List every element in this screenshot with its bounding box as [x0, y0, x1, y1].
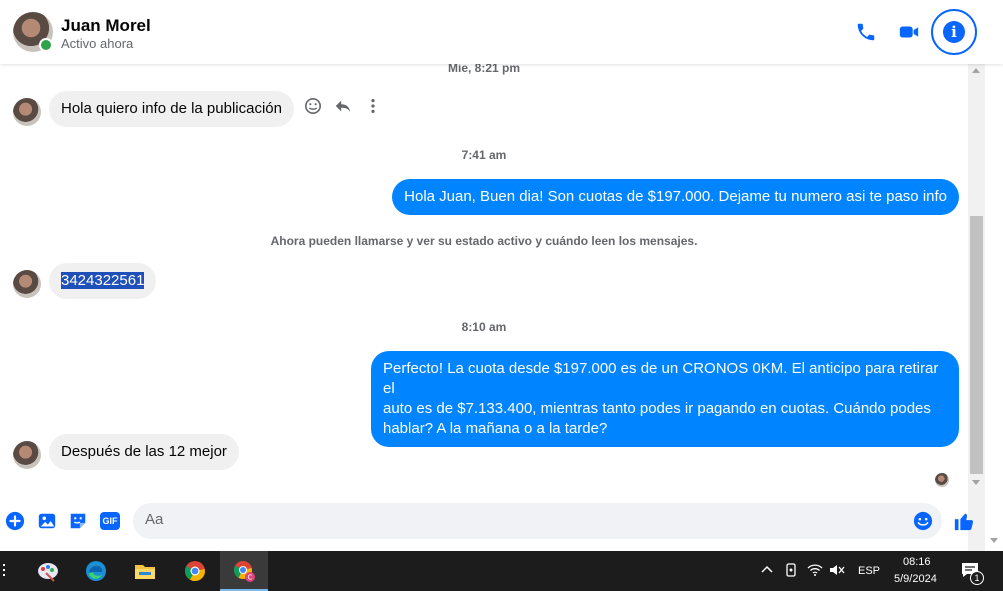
page-scrollbar[interactable] [985, 64, 1003, 551]
emoji-button[interactable] [913, 511, 933, 536]
more-actions-button[interactable] [4, 510, 26, 532]
scroll-down-arrow-icon[interactable] [972, 480, 980, 485]
message-line: Perfecto! La cuota desde $197.000 es de … [383, 360, 939, 397]
thumbs-up-icon [954, 513, 974, 531]
taskbar-app-file-explorer[interactable] [121, 551, 169, 591]
voice-call-button[interactable] [848, 14, 884, 50]
paint-palette-icon [38, 563, 58, 582]
system-notice: Ahora pueden llamarse y ver su estado ac… [270, 234, 698, 248]
scroll-thumb[interactable] [970, 216, 983, 474]
taskbar-handle [3, 564, 5, 578]
contact-name[interactable]: Juan Morel [61, 16, 151, 36]
outgoing-message[interactable]: Perfecto! La cuota desde $197.000 es de … [371, 351, 959, 447]
input-language-indicator[interactable]: ESP [858, 565, 880, 577]
incoming-message[interactable]: 3424322561 [49, 263, 157, 299]
contact-status: Activo ahora [61, 36, 134, 51]
incoming-message[interactable]: Hola quiero info de la publicación [49, 91, 294, 127]
wifi-icon [807, 564, 823, 576]
clock-time[interactable]: 08:16 [903, 556, 931, 568]
emoji-icon [913, 511, 933, 531]
message-composer: GIF [0, 500, 985, 544]
network-button[interactable] [807, 563, 823, 580]
folder-icon [135, 565, 155, 579]
like-send-button[interactable] [952, 509, 976, 533]
image-icon [38, 513, 56, 529]
message-line: auto es de $7.133.400, mientras tanto po… [383, 400, 931, 417]
video-call-button[interactable] [891, 14, 927, 50]
selected-phone-number[interactable]: 3424322561 [61, 272, 145, 289]
chevron-up-icon [761, 565, 773, 573]
taskbar-app-chrome-profile[interactable]: C [220, 551, 268, 591]
sticker-icon [70, 513, 86, 529]
message-input[interactable] [145, 511, 905, 528]
sticker-button[interactable] [67, 510, 89, 532]
clock-date[interactable]: 5/9/2024 [894, 573, 937, 585]
volume-button[interactable] [829, 563, 845, 580]
video-camera-icon [899, 26, 919, 38]
seen-receipt-avatar [935, 473, 949, 487]
message-input-container [133, 503, 942, 539]
device-icon [786, 563, 796, 577]
taskbar-app-chrome[interactable] [171, 551, 219, 591]
outgoing-message[interactable]: Hola Juan, Buen dia! Son cuotas de $197.… [392, 179, 959, 215]
scroll-up-arrow-icon[interactable] [972, 68, 980, 73]
meet-now-button[interactable] [784, 563, 798, 580]
contact-message-avatar[interactable] [13, 441, 41, 469]
smiley-icon [304, 97, 322, 115]
timestamp: Mie, 8:21 pm [447, 64, 521, 75]
windows-taskbar: C ESP 08:16 5/9/2024 1 [0, 551, 1003, 591]
reply-icon [335, 100, 351, 113]
timestamp: 8:10 am [461, 320, 507, 334]
message-actions [304, 97, 382, 115]
show-hidden-icons-button[interactable] [760, 563, 774, 580]
react-button[interactable] [304, 97, 322, 115]
conversation-info-button[interactable]: i [931, 9, 977, 55]
gif-button[interactable]: GIF [99, 510, 121, 532]
notification-count-badge: 1 [970, 571, 984, 585]
svg-text:C: C [248, 574, 253, 582]
messenger-window: Juan Morel Activo ahora i Mie, 8:21 pm H… [0, 0, 1003, 551]
scroll-down-arrow-icon[interactable] [990, 538, 998, 543]
taskbar-app-paint[interactable] [24, 551, 72, 591]
phone-icon [857, 23, 875, 41]
plus-circle-icon [5, 511, 25, 531]
timestamp: 7:41 am [461, 148, 507, 162]
reply-button[interactable] [334, 97, 352, 115]
taskbar-app-edge[interactable] [72, 551, 120, 591]
incoming-message[interactable]: Después de las 12 mejor [49, 434, 239, 470]
message-list[interactable]: Mie, 8:21 pm Hola quiero info de la publ… [0, 64, 968, 492]
online-indicator [39, 38, 53, 52]
chrome-profile-icon: C [233, 561, 255, 582]
volume-muted-icon [830, 565, 845, 575]
gif-icon: GIF [100, 512, 120, 530]
chat-header: Juan Morel Activo ahora i [0, 0, 1003, 64]
chrome-browser-icon [184, 561, 206, 582]
contact-message-avatar[interactable] [13, 270, 41, 298]
message-line: hablar? A la mañana o a la tarde? [383, 420, 608, 437]
attach-photo-button[interactable] [36, 510, 58, 532]
contact-message-avatar[interactable] [13, 98, 41, 126]
info-icon: i [943, 21, 965, 43]
more-vertical-icon [371, 98, 375, 114]
more-options-button[interactable] [364, 97, 382, 115]
edge-browser-icon [86, 561, 106, 581]
message-scrollbar[interactable] [968, 64, 985, 551]
